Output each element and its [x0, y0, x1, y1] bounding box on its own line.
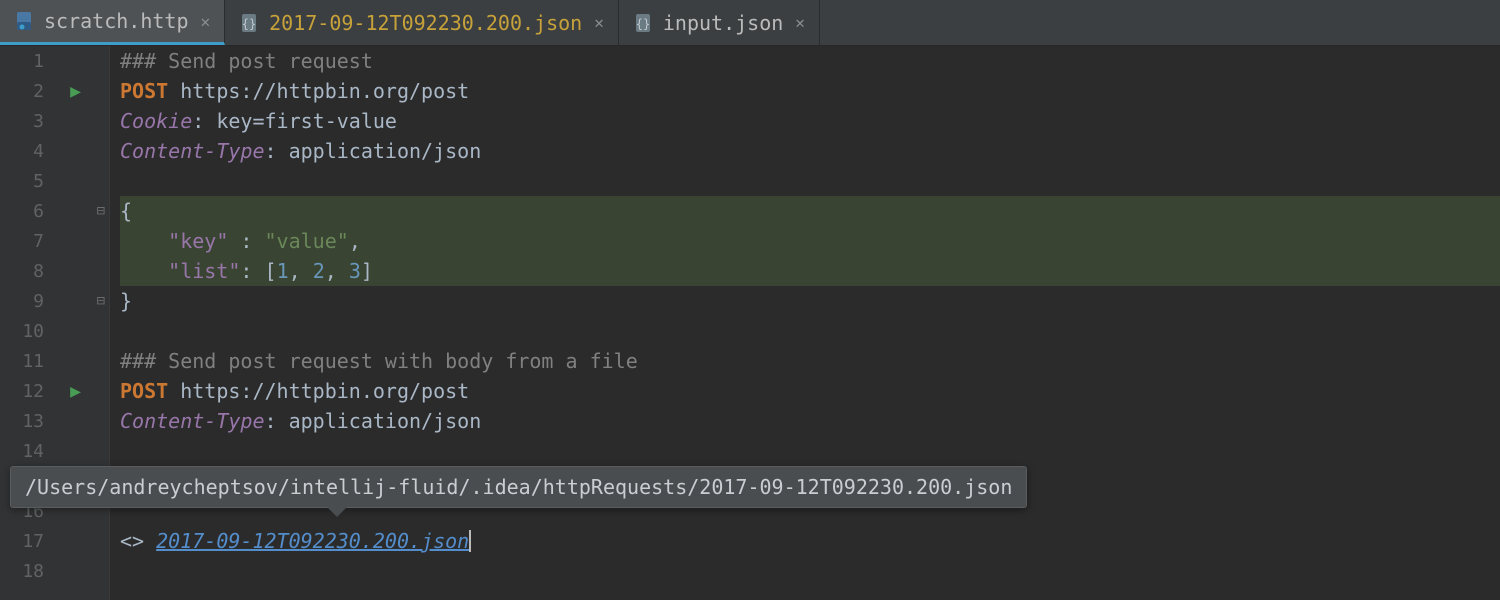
- gutter: 1 2▶ 3 4 5 6⊟ 7 8 9⊟ 10 11 12▶ 13 14 15 …: [0, 46, 110, 600]
- tab-label: input.json: [663, 11, 783, 35]
- code-line[interactable]: [120, 556, 1500, 586]
- gutter-line[interactable]: 1: [0, 46, 109, 76]
- gutter-line[interactable]: 14: [0, 436, 109, 466]
- editor: 1 2▶ 3 4 5 6⊟ 7 8 9⊟ 10 11 12▶ 13 14 15 …: [0, 46, 1500, 600]
- code-line[interactable]: ### Send post request: [120, 46, 1500, 76]
- path-tooltip: /Users/andreycheptsov/intellij-fluid/.id…: [10, 466, 1027, 508]
- gutter-line[interactable]: 5: [0, 166, 109, 196]
- gutter-line[interactable]: 9⊟: [0, 286, 109, 316]
- tab-json-response[interactable]: {} 2017-09-12T092230.200.json ✕: [225, 0, 619, 45]
- gutter-line[interactable]: 17: [0, 526, 109, 556]
- json-file-icon: {}: [633, 12, 655, 34]
- code-line[interactable]: }: [120, 286, 1500, 316]
- gutter-line[interactable]: 3: [0, 106, 109, 136]
- response-file-link[interactable]: 2017-09-12T092230.200.json: [156, 529, 469, 553]
- text-caret: [469, 530, 471, 552]
- gutter-line[interactable]: 2▶: [0, 76, 109, 106]
- code-line[interactable]: [120, 436, 1500, 466]
- run-icon[interactable]: ▶: [70, 381, 81, 402]
- code-line[interactable]: ### Send post request with body from a f…: [120, 346, 1500, 376]
- gutter-line[interactable]: 18: [0, 556, 109, 586]
- gutter-line[interactable]: 13: [0, 406, 109, 436]
- gutter-line[interactable]: 12▶: [0, 376, 109, 406]
- json-file-icon: {}: [239, 12, 261, 34]
- code-line[interactable]: "list": [1, 2, 3]: [120, 256, 1500, 286]
- code-line[interactable]: Content-Type: application/json: [120, 136, 1500, 166]
- gutter-line[interactable]: 6⊟: [0, 196, 109, 226]
- code-area[interactable]: ### Send post request POST https://httpb…: [110, 46, 1500, 600]
- code-line[interactable]: <> 2017-09-12T092230.200.json: [120, 526, 1500, 556]
- tab-label: 2017-09-12T092230.200.json: [269, 11, 582, 35]
- close-icon[interactable]: ✕: [594, 13, 604, 32]
- code-line[interactable]: POST https://httpbin.org/post: [120, 376, 1500, 406]
- gutter-line[interactable]: 10: [0, 316, 109, 346]
- run-icon[interactable]: ▶: [70, 81, 81, 102]
- close-icon[interactable]: ✕: [795, 13, 805, 32]
- code-line[interactable]: [120, 316, 1500, 346]
- http-file-icon: [14, 10, 36, 32]
- close-icon[interactable]: ✕: [201, 12, 211, 31]
- gutter-line[interactable]: 7: [0, 226, 109, 256]
- code-line[interactable]: {: [120, 196, 1500, 226]
- code-line[interactable]: Cookie: key=first-value: [120, 106, 1500, 136]
- tab-bar: scratch.http ✕ {} 2017-09-12T092230.200.…: [0, 0, 1500, 46]
- tab-input-json[interactable]: {} input.json ✕: [619, 0, 820, 45]
- fold-icon[interactable]: ⊟: [97, 203, 105, 219]
- code-line[interactable]: Content-Type: application/json: [120, 406, 1500, 436]
- code-line[interactable]: "key" : "value",: [120, 226, 1500, 256]
- fold-icon[interactable]: ⊟: [97, 293, 105, 309]
- svg-text:{}: {}: [242, 17, 256, 31]
- gutter-line[interactable]: 8: [0, 256, 109, 286]
- code-line[interactable]: [120, 166, 1500, 196]
- code-line[interactable]: POST https://httpbin.org/post: [120, 76, 1500, 106]
- gutter-line[interactable]: 4: [0, 136, 109, 166]
- svg-text:{}: {}: [636, 17, 650, 31]
- tooltip-text: /Users/andreycheptsov/intellij-fluid/.id…: [25, 475, 1012, 499]
- tab-scratch-http[interactable]: scratch.http ✕: [0, 0, 225, 45]
- gutter-line[interactable]: 11: [0, 346, 109, 376]
- tab-label: scratch.http: [44, 9, 189, 33]
